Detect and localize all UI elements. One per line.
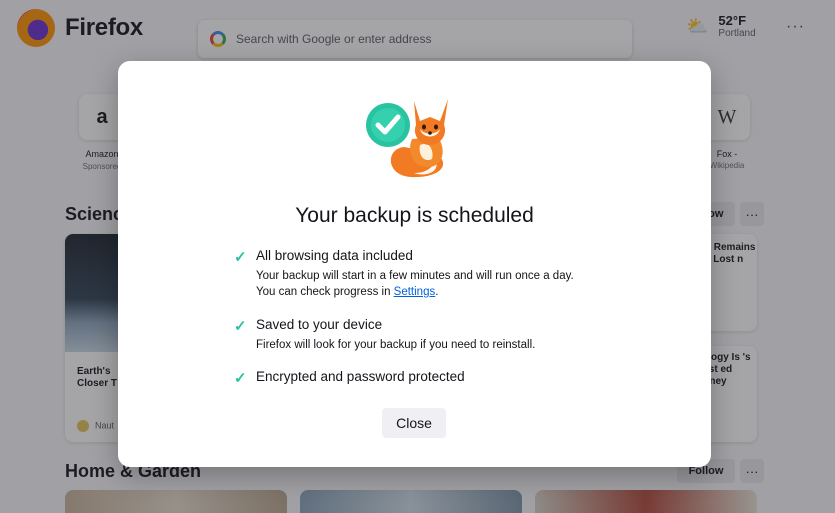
item-heading: All browsing data included <box>256 248 413 263</box>
item-text: You can check progress in <box>256 286 394 298</box>
fox-backup-illustration-icon <box>366 99 448 178</box>
backup-scheduled-dialog: Your backup is scheduled ✓ All browsing … <box>118 61 711 467</box>
item-description: You can check progress in Settings. <box>256 284 438 300</box>
item-description: Your backup will start in a few minutes … <box>256 270 574 282</box>
item-description: Firefox will look for your backup if you… <box>256 339 536 351</box>
close-button[interactable]: Close <box>382 408 446 438</box>
checkmark-icon: ✓ <box>234 370 247 387</box>
item-text: . <box>435 286 439 298</box>
settings-link[interactable]: Settings <box>394 286 436 298</box>
checkmark-icon: ✓ <box>234 318 247 335</box>
item-heading: Encrypted and password protected <box>256 369 465 384</box>
item-heading: Saved to your device <box>256 317 383 332</box>
dialog-title: Your backup is scheduled <box>295 204 534 227</box>
checkmark-icon: ✓ <box>234 249 247 266</box>
